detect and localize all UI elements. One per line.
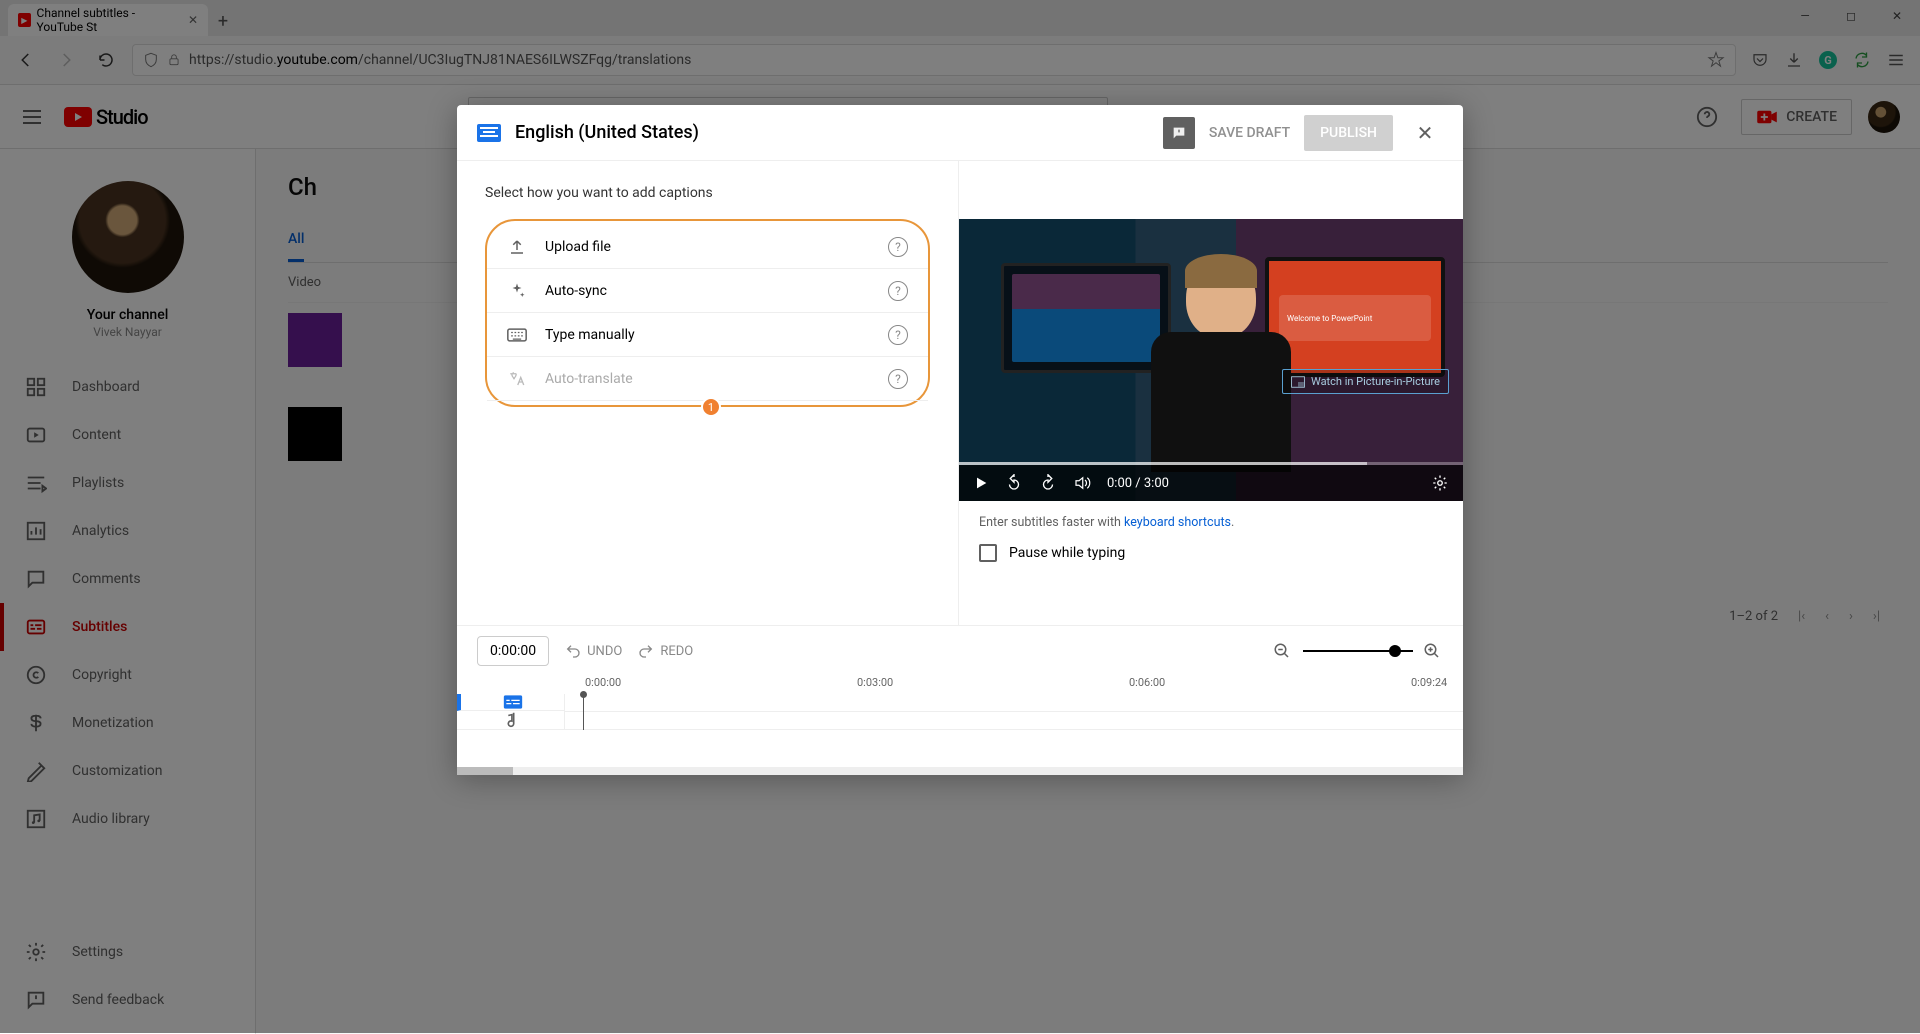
music-note-icon bbox=[504, 711, 518, 729]
timeline-ruler[interactable]: 0:00:00 0:03:00 0:06:00 0:09:24 bbox=[457, 676, 1463, 694]
audio-track[interactable] bbox=[565, 712, 1463, 730]
subtitle-track[interactable] bbox=[565, 694, 1463, 712]
timeline-current-time[interactable]: 0:00:00 bbox=[477, 636, 549, 666]
save-draft-button[interactable]: SAVE DRAFT bbox=[1209, 125, 1290, 141]
zoom-slider[interactable] bbox=[1303, 650, 1413, 652]
option-autotranslate-label: Auto-translate bbox=[545, 371, 870, 387]
zoom-in-icon bbox=[1423, 642, 1441, 660]
pause-while-typing-row[interactable]: Pause while typing bbox=[959, 538, 1463, 568]
rewind-icon bbox=[1005, 474, 1023, 492]
sparkle-icon bbox=[507, 282, 527, 300]
option-upload-label: Upload file bbox=[545, 239, 870, 255]
dialog-left-panel: Select how you want to add captions Uplo… bbox=[457, 161, 959, 625]
subtitle-editor-dialog: English (United States) SAVE DRAFT PUBLI… bbox=[457, 105, 1463, 775]
video-preview[interactable]: Welcome to PowerPoint Watch in Picture-i… bbox=[959, 219, 1463, 501]
pause-checkbox[interactable] bbox=[979, 544, 997, 562]
undo-button[interactable]: UNDO bbox=[565, 643, 622, 659]
option-auto-sync[interactable]: Auto-sync ? bbox=[487, 269, 928, 313]
timeline-mark-0: 0:00:00 bbox=[585, 676, 621, 689]
audio-track-label[interactable] bbox=[457, 711, 564, 730]
volume-icon bbox=[1073, 474, 1091, 492]
dialog-body: Select how you want to add captions Uplo… bbox=[457, 161, 1463, 625]
monitor-text: Welcome to PowerPoint bbox=[1279, 295, 1431, 341]
pause-label: Pause while typing bbox=[1009, 545, 1125, 561]
help-icon[interactable]: ? bbox=[888, 325, 908, 345]
subtitles-badge-icon bbox=[477, 124, 501, 142]
zoom-out-icon bbox=[1273, 642, 1291, 660]
timeline-toolbar: 0:00:00 UNDO REDO bbox=[457, 626, 1463, 676]
timeline-panel: 0:00:00 UNDO REDO 0:00:00 0: bbox=[457, 625, 1463, 775]
volume-button[interactable] bbox=[1073, 474, 1091, 492]
video-time: 0:00 / 3:00 bbox=[1107, 476, 1169, 491]
dialog-actions: SAVE DRAFT PUBLISH ✕ bbox=[1163, 115, 1443, 151]
video-monitor-right: Welcome to PowerPoint bbox=[1265, 257, 1445, 377]
dialog-close-button[interactable]: ✕ bbox=[1407, 115, 1443, 151]
redo-icon bbox=[638, 643, 654, 659]
dialog-right-panel: Welcome to PowerPoint Watch in Picture-i… bbox=[959, 161, 1463, 625]
video-person bbox=[1151, 258, 1291, 488]
modal-overlay[interactable]: English (United States) SAVE DRAFT PUBLI… bbox=[0, 0, 1920, 1033]
dialog-title: English (United States) bbox=[515, 122, 699, 143]
option-autosync-label: Auto-sync bbox=[545, 283, 870, 299]
video-frame: Welcome to PowerPoint Watch in Picture-i… bbox=[959, 219, 1463, 501]
annotation-badge-1: 1 bbox=[701, 397, 721, 417]
help-icon[interactable]: ? bbox=[888, 237, 908, 257]
dialog-header: English (United States) SAVE DRAFT PUBLI… bbox=[457, 105, 1463, 161]
help-icon[interactable]: ? bbox=[888, 281, 908, 301]
keyboard-icon bbox=[507, 328, 527, 342]
caption-prompt: Select how you want to add captions bbox=[485, 185, 930, 201]
undo-icon bbox=[565, 643, 581, 659]
rewind-10-button[interactable] bbox=[1005, 474, 1023, 492]
timeline-zoom bbox=[1273, 642, 1443, 660]
translate-icon bbox=[507, 370, 527, 388]
help-icon[interactable]: ? bbox=[888, 369, 908, 389]
video-controls: 0:00 / 3:00 bbox=[959, 465, 1463, 501]
timeline-tracks bbox=[457, 694, 1463, 730]
track-area[interactable] bbox=[565, 694, 1463, 730]
timeline-playhead[interactable] bbox=[583, 694, 584, 730]
tips-text: Enter subtitles faster with keyboard sho… bbox=[959, 501, 1463, 538]
track-labels bbox=[457, 694, 565, 730]
redo-button[interactable]: REDO bbox=[638, 643, 693, 659]
option-type-manually[interactable]: Type manually ? bbox=[487, 313, 928, 357]
forward-10-button[interactable] bbox=[1039, 474, 1057, 492]
gear-icon bbox=[1431, 474, 1449, 492]
option-upload-file[interactable]: Upload file ? bbox=[487, 225, 928, 269]
subtitle-track-label[interactable] bbox=[457, 694, 564, 711]
keyboard-shortcuts-link[interactable]: keyboard shortcuts bbox=[1124, 515, 1231, 530]
video-settings-button[interactable] bbox=[1431, 474, 1449, 492]
option-type-label: Type manually bbox=[545, 327, 870, 343]
timeline-scrollbar[interactable] bbox=[457, 767, 1463, 775]
feedback-bubble-icon bbox=[1171, 125, 1187, 141]
play-button[interactable] bbox=[973, 475, 989, 491]
pip-icon bbox=[1291, 376, 1305, 388]
zoom-in-button[interactable] bbox=[1423, 642, 1443, 660]
timeline-mark-9: 0:09:24 bbox=[1411, 676, 1447, 689]
subtitle-track-icon bbox=[503, 694, 523, 710]
upload-icon bbox=[507, 238, 527, 256]
send-feedback-button[interactable] bbox=[1163, 117, 1195, 149]
video-monitor-left bbox=[1001, 263, 1171, 373]
pip-button[interactable]: Watch in Picture-in-Picture bbox=[1282, 369, 1449, 394]
caption-options-highlight: Upload file ? Auto-sync ? Type manually … bbox=[485, 219, 930, 407]
zoom-out-button[interactable] bbox=[1273, 642, 1293, 660]
forward-icon bbox=[1039, 474, 1057, 492]
timeline-mark-3: 0:03:00 bbox=[857, 676, 893, 689]
publish-button[interactable]: PUBLISH bbox=[1304, 115, 1393, 151]
play-icon bbox=[973, 475, 989, 491]
timeline-mark-6: 0:06:00 bbox=[1129, 676, 1165, 689]
option-auto-translate: Auto-translate ? bbox=[487, 357, 928, 401]
